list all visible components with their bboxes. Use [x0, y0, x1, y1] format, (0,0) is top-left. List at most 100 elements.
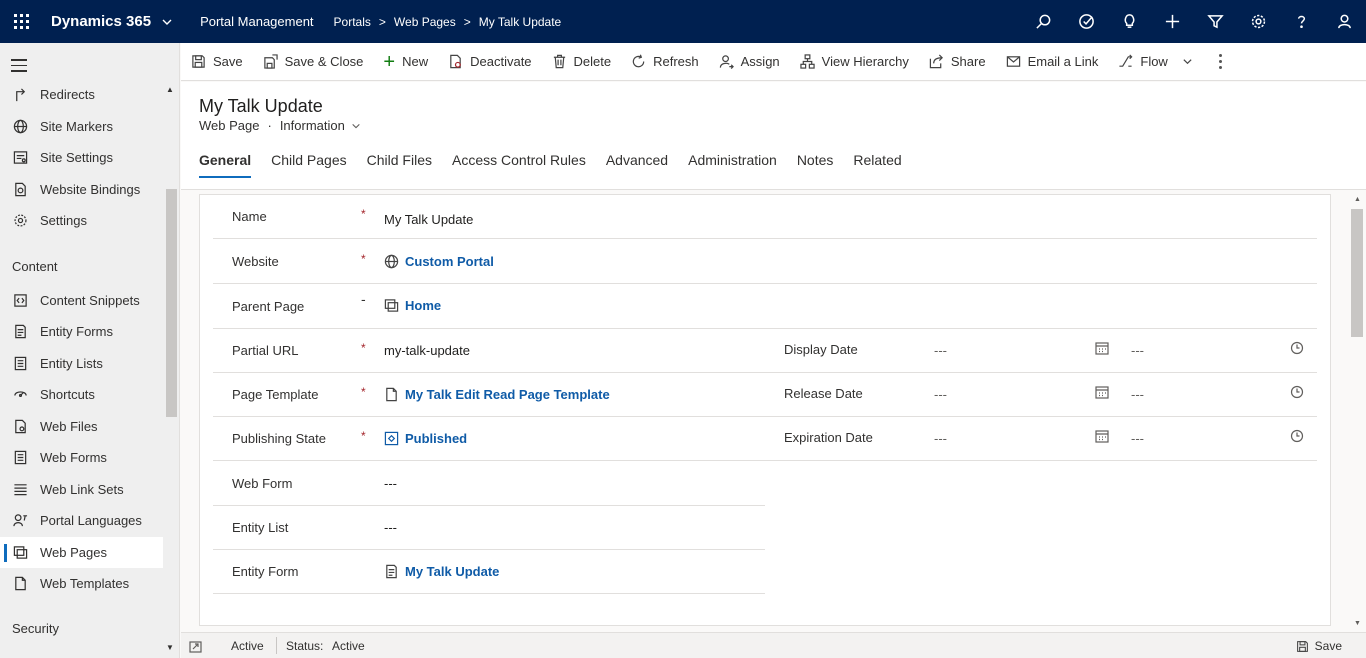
sidebar-item-settings[interactable]: Settings [0, 205, 163, 236]
scroll-down-icon[interactable]: ▼ [166, 643, 174, 652]
hamburger-menu-icon[interactable] [11, 59, 27, 76]
scroll-down-icon[interactable]: ▼ [1354, 620, 1361, 627]
chevron-right-icon: > [463, 14, 471, 29]
form-area: Name * My Talk Update Website * Custom P… [181, 191, 1349, 631]
sidebar-item-shortcuts[interactable]: Shortcuts [0, 379, 163, 410]
display-time-field[interactable]: --- [1131, 343, 1144, 358]
clock-icon[interactable] [1290, 341, 1304, 355]
expiration-time-field[interactable]: --- [1131, 431, 1144, 446]
gear-icon[interactable] [1237, 0, 1280, 43]
sidebar-item-content-snippets[interactable]: Content Snippets [0, 285, 163, 316]
sidebar-item-entity-lists[interactable]: Entity Lists [0, 348, 163, 379]
task-icon[interactable] [1065, 0, 1108, 43]
web-form-lookup[interactable]: --- [384, 476, 397, 491]
page-template-lookup[interactable]: My Talk Edit Read Page Template [384, 387, 610, 402]
publishing-state-lookup[interactable]: Published [384, 431, 467, 446]
sidebar-item-web-forms[interactable]: Web Forms [0, 442, 163, 473]
entity-form-lookup-value[interactable]: My Talk Update [405, 564, 499, 579]
delete-button[interactable]: Delete [542, 43, 622, 81]
breadcrumb-portals[interactable]: Portals [334, 15, 371, 29]
form-icon [386, 564, 397, 579]
tab-child-pages[interactable]: Child Pages [271, 152, 347, 178]
share-button[interactable]: Share [919, 43, 996, 81]
file-icon [12, 419, 28, 435]
scroll-up-icon[interactable]: ▲ [166, 85, 174, 94]
partial-url-field[interactable]: my-talk-update [384, 343, 470, 358]
sidebar-item-web-pages[interactable]: Web Pages [0, 537, 163, 568]
brand-title[interactable]: Dynamics 365 [51, 13, 151, 30]
tab-general[interactable]: General [199, 152, 252, 178]
tab-administration[interactable]: Administration [688, 152, 777, 178]
tab-advanced[interactable]: Advanced [606, 152, 668, 178]
sidebar-item-redirects[interactable]: Redirects [0, 79, 163, 110]
refresh-button[interactable]: Refresh [621, 43, 709, 81]
sidebar-item-site-settings[interactable]: Site Settings [0, 142, 163, 173]
sidebar-item-portal-languages[interactable]: Portal Languages [0, 505, 163, 536]
entity-list-lookup[interactable]: --- [384, 520, 397, 535]
display-date-field[interactable]: --- [934, 343, 947, 358]
sidebar-item-site-markers[interactable]: Site Markers [0, 111, 163, 142]
sidebar-item-website-bindings[interactable]: Website Bindings [0, 174, 163, 205]
chevron-down-icon[interactable] [351, 121, 361, 131]
app-launcher-button[interactable] [0, 0, 43, 43]
more-commands-icon[interactable] [1209, 54, 1232, 69]
parent-page-lookup[interactable]: Home [384, 298, 441, 313]
app-name[interactable]: Portal Management [200, 14, 313, 29]
save-close-button[interactable]: Save & Close [253, 43, 374, 81]
share-icon [929, 54, 943, 69]
publishing-state-lookup-value[interactable]: Published [405, 431, 467, 446]
field-row-publishing-state: Publishing State * Published Expiration … [213, 417, 1317, 461]
email-link-button[interactable]: Email a Link [996, 43, 1109, 81]
save-button[interactable]: Save [181, 43, 253, 81]
form-selector[interactable]: Information [280, 118, 345, 133]
flow-button[interactable]: Flow [1108, 43, 1202, 81]
calendar-icon[interactable] [1095, 385, 1109, 399]
tab-related[interactable]: Related [853, 152, 901, 178]
assign-button[interactable]: Assign [709, 43, 790, 81]
required-indicator: * [361, 207, 366, 221]
page-template-lookup-value[interactable]: My Talk Edit Read Page Template [405, 387, 610, 402]
release-time-field[interactable]: --- [1131, 387, 1144, 402]
view-hierarchy-button[interactable]: View Hierarchy [790, 43, 919, 81]
website-lookup[interactable]: Custom Portal [384, 254, 494, 269]
breadcrumb: Portals > Web Pages > My Talk Update [334, 15, 562, 29]
site-map-navigation: Redirects Site Markers Site Settings Web… [0, 43, 180, 658]
new-button[interactable]: + New [373, 43, 438, 81]
form-scroll-thumb[interactable] [1351, 209, 1363, 337]
clock-icon[interactable] [1290, 429, 1304, 443]
field-row-entity-list: Entity List --- [213, 506, 765, 550]
snippet-icon [12, 293, 28, 309]
name-field[interactable]: My Talk Update [384, 212, 473, 227]
deactivate-button[interactable]: Deactivate [438, 43, 541, 81]
breadcrumb-web-pages[interactable]: Web Pages [394, 15, 456, 29]
statusbar-save-button[interactable]: Save [1296, 639, 1342, 653]
sidebar-item-entity-forms[interactable]: Entity Forms [0, 316, 163, 347]
sidebar-scroll-thumb[interactable] [166, 189, 177, 417]
sidebar-item-web-templates[interactable]: Web Templates [0, 568, 163, 599]
tab-child-files[interactable]: Child Files [367, 152, 432, 178]
tab-notes[interactable]: Notes [797, 152, 834, 178]
calendar-icon[interactable] [1095, 341, 1109, 355]
help-icon[interactable] [1280, 0, 1323, 43]
field-label-publishing-state: Publishing State [232, 431, 326, 446]
clock-icon[interactable] [1290, 385, 1304, 399]
field-label-parent-page: Parent Page [232, 299, 305, 314]
sidebar-item-web-link-sets[interactable]: Web Link Sets [0, 474, 163, 505]
plus-icon[interactable] [1151, 0, 1194, 43]
user-icon[interactable] [1323, 0, 1366, 43]
chevron-down-icon[interactable] [161, 16, 173, 28]
form-scrollbar[interactable]: ▲ ▼ [1349, 191, 1366, 631]
entity-form-lookup[interactable]: My Talk Update [384, 564, 499, 579]
open-in-new-window-icon[interactable] [189, 640, 202, 653]
scroll-up-icon[interactable]: ▲ [1354, 196, 1361, 203]
filter-icon[interactable] [1194, 0, 1237, 43]
website-lookup-value[interactable]: Custom Portal [405, 254, 494, 269]
parent-page-lookup-value[interactable]: Home [405, 298, 441, 313]
lightbulb-icon[interactable] [1108, 0, 1151, 43]
expiration-date-field[interactable]: --- [934, 431, 947, 446]
tab-access-control-rules[interactable]: Access Control Rules [452, 152, 586, 178]
sidebar-item-web-files[interactable]: Web Files [0, 411, 163, 442]
release-date-field[interactable]: --- [934, 387, 947, 402]
search-icon[interactable] [1022, 0, 1065, 43]
calendar-icon[interactable] [1095, 429, 1109, 443]
